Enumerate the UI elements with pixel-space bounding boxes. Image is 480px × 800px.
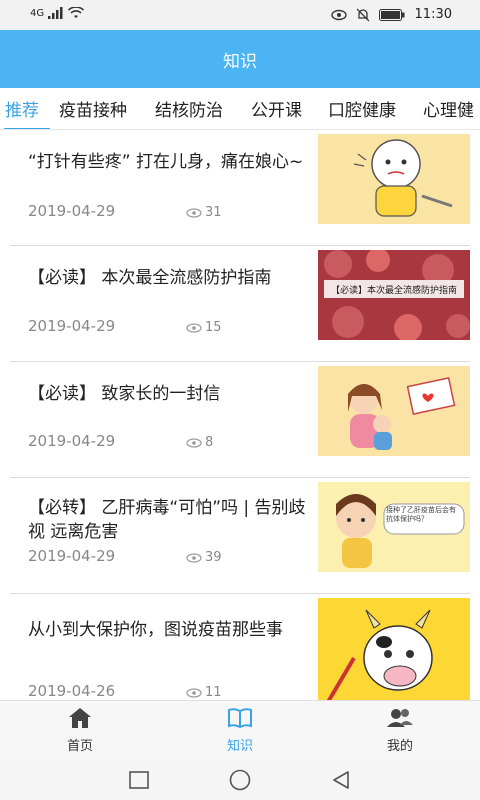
article-item[interactable]: “打针有些疼” 打在儿身，痛在娘心~ 2019-04-29 31 — [10, 130, 470, 246]
status-time: 11:30 — [414, 7, 452, 22]
tab-open-class[interactable]: 公开课 — [251, 96, 302, 121]
article-item[interactable]: 从小到大保护你，图说疫苗那些事 2019-04-26 11 — [10, 594, 470, 700]
article-item[interactable]: 【必读】 本次最全流感防护指南 2019-04-29 15 【必读】本次最全流感… — [10, 246, 470, 362]
home-icon — [69, 708, 91, 728]
tab-recommend[interactable]: 推荐 — [5, 96, 39, 121]
cartoon-baby-injection-image — [318, 134, 470, 224]
users-icon — [387, 709, 413, 727]
cartoon-girl-question-image: 接种了乙肝疫苗后会有抗体保护吗？ — [318, 482, 470, 572]
article-item[interactable]: 【必读】 致家长的一封信 2019-04-29 8 — [10, 362, 470, 478]
mother-child-letter-image — [318, 366, 470, 456]
article-title: 从小到大保护你，图说疫苗那些事 — [28, 620, 283, 640]
views-eye-icon — [186, 437, 202, 448]
nav-knowledge-label: 知识 — [226, 739, 253, 754]
article-date: 2019-04-26 — [28, 682, 116, 700]
article-date: 2019-04-29 — [28, 547, 116, 565]
article-list[interactable]: “打针有些疼” 打在儿身，痛在娘心~ 2019-04-29 31 【必读】 本次… — [0, 130, 480, 700]
cartoon-cow-vaccine-image — [318, 598, 470, 700]
nav-home-label: 首页 — [66, 739, 93, 754]
views-eye-icon — [186, 322, 202, 333]
article-title: 【必读】 致家长的一封信 — [28, 384, 221, 404]
article-title: 【必转】 乙肝病毒“可怕”吗 | 告别歧视 远离危害 — [28, 498, 306, 542]
mute-bell-icon — [356, 8, 369, 21]
article-date: 2019-04-29 — [28, 432, 116, 450]
flu-virus-image: 【必读】本次最全流感防护指南 — [318, 250, 470, 340]
article-date: 2019-04-29 — [28, 202, 116, 220]
app-header: 知识 — [0, 30, 480, 88]
article-views: 8 — [205, 435, 214, 450]
status-bar: 4G 11:30 — [0, 0, 480, 30]
signal-icon — [48, 7, 63, 19]
bottom-nav: 首页 知识 我的 — [0, 700, 480, 760]
article-views: 39 — [205, 550, 222, 565]
tab-tuberculosis[interactable]: 结核防治 — [155, 96, 223, 121]
page-title: 知识 — [223, 51, 257, 72]
tab-mental-health[interactable]: 心理健 — [423, 96, 474, 121]
article-title: “打针有些疼” 打在儿身，痛在娘心~ — [28, 152, 304, 172]
views-eye-icon — [186, 687, 202, 698]
thumb-caption: 【必读】本次最全流感防护指南 — [331, 284, 457, 296]
home-circle-icon[interactable] — [229, 769, 251, 791]
nav-knowledge[interactable]: 知识 — [190, 707, 290, 754]
article-date: 2019-04-29 — [28, 317, 116, 335]
wifi-icon — [68, 7, 85, 18]
book-icon — [228, 708, 252, 729]
thumb-caption: 接种了乙肝疫苗后会有抗体保护吗？ — [386, 506, 456, 523]
nav-home[interactable]: 首页 — [30, 707, 130, 754]
nav-mine-label: 我的 — [386, 739, 413, 754]
network-type: 4G — [30, 7, 45, 19]
article-views: 11 — [205, 685, 222, 700]
article-views: 15 — [205, 320, 222, 335]
recents-icon[interactable] — [129, 771, 149, 789]
article-views: 31 — [205, 205, 222, 220]
article-item[interactable]: 【必转】 乙肝病毒“可怕”吗 | 告别歧视 远离危害 2019-04-29 39… — [10, 478, 470, 594]
battery-icon — [378, 8, 405, 21]
eye-icon — [330, 9, 347, 20]
tab-vaccination[interactable]: 疫苗接种 — [59, 96, 127, 121]
article-title: 【必读】 本次最全流感防护指南 — [28, 268, 272, 288]
back-icon[interactable] — [331, 770, 351, 790]
tab-oral-health[interactable]: 口腔健康 — [328, 96, 396, 121]
views-eye-icon — [186, 207, 202, 218]
views-eye-icon — [186, 552, 202, 563]
nav-mine[interactable]: 我的 — [350, 707, 450, 754]
category-tabs[interactable]: 推荐 疫苗接种 结核防治 公开课 口腔健康 心理健 — [0, 88, 480, 130]
system-navigation-bar — [0, 760, 480, 800]
